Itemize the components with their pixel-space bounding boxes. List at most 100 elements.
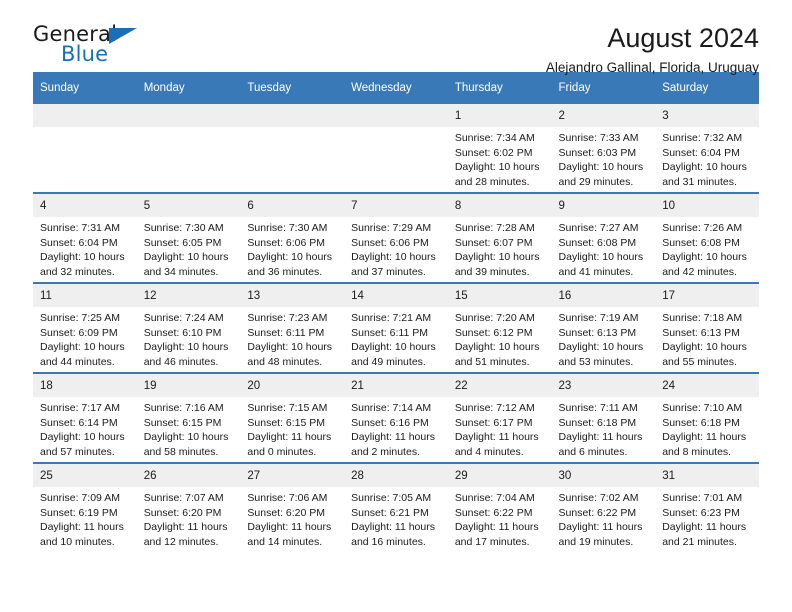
day-details: Sunrise: 7:31 AM Sunset: 6:04 PM Daylight:… [33, 217, 137, 279]
sunrise-text: Sunrise: 7:11 AM [558, 402, 638, 414]
day-details: Sunrise: 7:32 AM Sunset: 6:04 PM Daylight:… [655, 127, 759, 189]
sunrise-text: Sunrise: 7:15 AM [247, 402, 328, 414]
day-details: Sunrise: 7:27 AM Sunset: 6:08 PM Daylight:… [552, 217, 656, 279]
day-cell[interactable]: 5 Sunrise: 7:30 AM Sunset: 6:05 PM Daylight… [136, 192, 241, 283]
day-cell[interactable]: 26 Sunrise: 7:07 AM Sunset: 6:20 PM Dayligh… [136, 462, 241, 552]
daylight-text-line2: and 42 minutes. [662, 265, 737, 278]
sunrise-text: Sunrise: 7:05 AM [351, 492, 432, 504]
sunset-text: Sunset: 6:15 PM [247, 416, 326, 429]
sunset-text: Sunset: 6:18 PM [662, 416, 740, 429]
calendar-body: 1 Sunrise: 7:34 AM Sunset: 6:02 PM Daylight… [33, 104, 759, 552]
weekday-header-sunday: Sunday [33, 72, 137, 104]
day-number: 12 [136, 285, 241, 307]
day-cell[interactable]: 15 Sunrise: 7:20 AM Sunset: 6:12 PM Dayligh… [447, 282, 552, 373]
daylight-text-line2: and 0 minutes. [247, 445, 317, 458]
daylight-text-line1: Daylight: 11 hours [662, 431, 747, 444]
day-number: 30 [551, 465, 656, 487]
day-details: Sunrise: 7:28 AM Sunset: 6:07 PM Daylight:… [448, 217, 552, 279]
day-number: 28 [344, 465, 448, 487]
day-cell[interactable]: 2 Sunrise: 7:33 AM Sunset: 6:03 PM Daylight… [551, 104, 656, 193]
day-number [136, 104, 241, 127]
day-cell[interactable]: 21 Sunrise: 7:14 AM Sunset: 6:16 PM Dayligh… [344, 372, 448, 463]
day-cell[interactable]: 1 Sunrise: 7:34 AM Sunset: 6:02 PM Daylight… [447, 104, 552, 193]
day-details: Sunrise: 7:26 AM Sunset: 6:08 PM Daylight:… [655, 217, 759, 279]
sunset-text: Sunset: 6:11 PM [351, 326, 428, 339]
day-cell[interactable]: 22 Sunrise: 7:12 AM Sunset: 6:17 PM Dayligh… [447, 372, 552, 463]
sunrise-text: Sunrise: 7:30 AM [247, 222, 328, 234]
sunset-text: Sunset: 6:09 PM [40, 326, 118, 339]
day-cell[interactable]: 3 Sunrise: 7:32 AM Sunset: 6:04 PM Daylight… [655, 104, 759, 193]
day-number: 20 [240, 375, 345, 397]
sunset-text: Sunset: 6:19 PM [40, 506, 118, 519]
day-cell[interactable]: 24 Sunrise: 7:10 AM Sunset: 6:18 PM Dayligh… [655, 372, 759, 463]
daylight-text-line2: and 31 minutes. [662, 175, 737, 188]
daylight-text-line1: Daylight: 10 hours [454, 341, 540, 354]
day-cell[interactable]: 13 Sunrise: 7:23 AM Sunset: 6:11 PM Dayligh… [240, 282, 345, 373]
day-cell[interactable]: 30 Sunrise: 7:02 AM Sunset: 6:22 PM Dayligh… [551, 462, 656, 552]
day-cell[interactable]: 11 Sunrise: 7:25 AM Sunset: 6:09 PM Dayligh… [33, 282, 137, 373]
daylight-text-line1: Daylight: 11 hours [454, 521, 539, 534]
daylight-text-line2: and 58 minutes. [143, 445, 219, 458]
daylight-text-line2: and 34 minutes. [143, 265, 219, 278]
daylight-text-line2: and 12 minutes. [143, 535, 219, 548]
day-details: Sunrise: 7:25 AM Sunset: 6:09 PM Daylight:… [33, 307, 137, 369]
sunset-text: Sunset: 6:21 PM [351, 506, 429, 519]
daylight-text-line1: Daylight: 10 hours [40, 251, 125, 264]
day-cell[interactable]: 14 Sunrise: 7:21 AM Sunset: 6:11 PM Dayligh… [344, 282, 448, 373]
day-details: Sunrise: 7:29 AM Sunset: 6:06 PM Daylight:… [344, 217, 448, 279]
sunset-text: Sunset: 6:23 PM [662, 506, 740, 519]
day-cell[interactable]: 20 Sunrise: 7:15 AM Sunset: 6:15 PM Dayligh… [240, 372, 345, 463]
day-number: 9 [551, 195, 656, 217]
day-cell[interactable]: 28 Sunrise: 7:05 AM Sunset: 6:21 PM Dayligh… [344, 462, 448, 552]
day-number: 10 [655, 195, 759, 217]
sunrise-text: Sunrise: 7:30 AM [143, 222, 224, 234]
sunrise-text: Sunrise: 7:09 AM [40, 492, 120, 504]
day-details: Sunrise: 7:34 AM Sunset: 6:02 PM Daylight:… [448, 127, 552, 189]
triangle-icon [109, 28, 137, 44]
calendar-grid: Sunday Monday Tuesday Wednesday Thursday… [33, 72, 759, 552]
day-number: 31 [655, 465, 759, 487]
daylight-text-line1: Daylight: 11 hours [558, 521, 643, 534]
sunrise-text: Sunrise: 7:07 AM [143, 492, 224, 504]
day-cell[interactable]: 31 Sunrise: 7:01 AM Sunset: 6:23 PM Dayligh… [655, 462, 759, 552]
sunset-text: Sunset: 6:03 PM [558, 146, 637, 159]
day-cell[interactable]: 29 Sunrise: 7:04 AM Sunset: 6:22 PM Dayligh… [447, 462, 552, 552]
day-cell[interactable]: 8 Sunrise: 7:28 AM Sunset: 6:07 PM Daylight… [447, 192, 552, 283]
sunset-text: Sunset: 6:13 PM [662, 326, 740, 339]
day-cell[interactable]: 25 Sunrise: 7:09 AM Sunset: 6:19 PM Dayligh… [33, 462, 137, 552]
day-number: 19 [136, 375, 241, 397]
daylight-text-line2: and 21 minutes. [662, 535, 737, 548]
day-number: 23 [551, 375, 656, 397]
sunrise-text: Sunrise: 7:28 AM [454, 222, 535, 234]
day-cell[interactable]: 19 Sunrise: 7:16 AM Sunset: 6:15 PM Dayligh… [136, 372, 241, 463]
day-cell[interactable]: 23 Sunrise: 7:11 AM Sunset: 6:18 PM Dayligh… [551, 372, 656, 463]
day-cell[interactable]: 9 Sunrise: 7:27 AM Sunset: 6:08 PM Daylight… [551, 192, 656, 283]
day-number: 18 [33, 375, 137, 397]
day-cell[interactable]: 7 Sunrise: 7:29 AM Sunset: 6:06 PM Daylight… [344, 192, 448, 283]
day-number: 15 [447, 285, 552, 307]
daylight-text-line1: Daylight: 10 hours [247, 341, 333, 354]
daylight-text-line2: and 16 minutes. [351, 535, 426, 548]
daylight-text-line2: and 6 minutes. [558, 445, 628, 458]
general-blue-logo[interactable]: General Blue [33, 22, 153, 74]
daylight-text-line2: and 48 minutes. [247, 355, 323, 368]
day-cell[interactable]: 18 Sunrise: 7:17 AM Sunset: 6:14 PM Dayligh… [33, 372, 137, 463]
day-details: Sunrise: 7:30 AM Sunset: 6:06 PM Daylight:… [240, 217, 344, 279]
day-cell[interactable]: 27 Sunrise: 7:06 AM Sunset: 6:20 PM Dayligh… [240, 462, 345, 552]
day-details: Sunrise: 7:21 AM Sunset: 6:11 PM Daylight:… [344, 307, 448, 369]
day-number: 24 [655, 375, 759, 397]
daylight-text-line2: and 29 minutes. [558, 175, 634, 188]
day-cell[interactable]: 10 Sunrise: 7:26 AM Sunset: 6:08 PM Dayligh… [655, 192, 759, 283]
day-number: 1 [447, 104, 552, 127]
daylight-text-line2: and 17 minutes. [454, 535, 530, 548]
day-cell[interactable]: 12 Sunrise: 7:24 AM Sunset: 6:10 PM Dayligh… [136, 282, 241, 373]
sunrise-text: Sunrise: 7:34 AM [454, 132, 535, 144]
day-cell[interactable]: 16 Sunrise: 7:19 AM Sunset: 6:13 PM Dayligh… [551, 282, 656, 373]
day-number: 13 [240, 285, 345, 307]
sunset-text: Sunset: 6:07 PM [454, 236, 533, 249]
day-number: 27 [240, 465, 345, 487]
day-cell[interactable]: 6 Sunrise: 7:30 AM Sunset: 6:06 PM Daylight… [240, 192, 345, 283]
day-cell[interactable]: 17 Sunrise: 7:18 AM Sunset: 6:13 PM Dayligh… [655, 282, 759, 373]
sunrise-text: Sunrise: 7:21 AM [351, 312, 432, 324]
day-cell[interactable]: 4 Sunrise: 7:31 AM Sunset: 6:04 PM Daylight… [33, 192, 137, 283]
